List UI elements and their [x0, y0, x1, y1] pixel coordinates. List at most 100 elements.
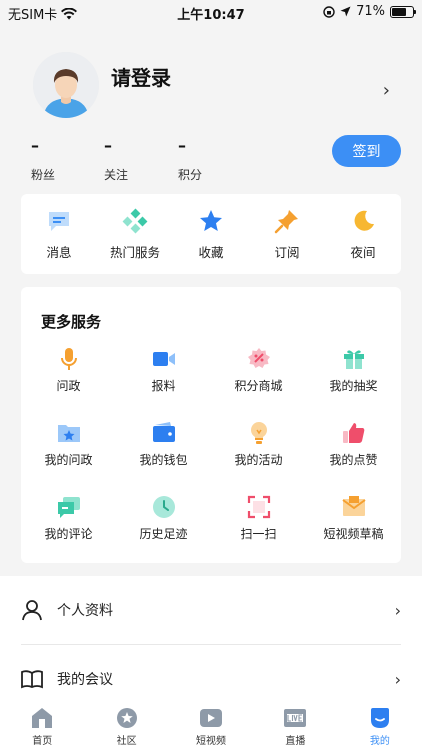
quick-action-subscribe[interactable]: 订阅: [252, 208, 322, 261]
settings-list: 个人资料 › 我的会议 ›: [0, 576, 422, 702]
stat-label: 粉丝: [31, 168, 56, 182]
section-title: 更多服务: [41, 313, 102, 331]
draft-envelope-icon: [341, 496, 366, 516]
stat-value: –: [31, 136, 39, 155]
quick-action-label: 消息: [46, 244, 72, 260]
microphone-icon: [60, 348, 77, 370]
tab-label: 直播: [285, 736, 306, 747]
battery-icon: [390, 5, 416, 18]
tab-home[interactable]: 首页: [0, 702, 84, 750]
star-folder-icon: [57, 425, 80, 442]
chevron-right-icon: ›: [394, 669, 401, 689]
service-history[interactable]: 历史足迹: [116, 491, 211, 565]
stat-label: 积分: [178, 168, 203, 182]
avatar[interactable]: [33, 52, 99, 118]
orientation-lock-icon: [323, 5, 335, 18]
battery-fill: [392, 7, 407, 16]
service-label: 历史足迹: [139, 527, 188, 541]
default-avatar-icon: [33, 52, 99, 118]
moon-icon: [354, 210, 374, 231]
service-my-lottery[interactable]: 我的抽奖: [306, 343, 401, 417]
video-camera-icon: [152, 352, 175, 366]
service-scan[interactable]: 扫一扫: [211, 491, 306, 565]
comment-icon: [57, 497, 80, 518]
status-bar: 无SIM卡 上午10:47 71%: [0, 0, 422, 24]
stat-fans[interactable]: – 粉丝: [31, 138, 91, 183]
tab-label: 短视频: [196, 736, 227, 747]
scan-icon: [247, 495, 270, 519]
tab-short-video[interactable]: 短视频: [169, 702, 253, 750]
message-icon: [49, 211, 69, 231]
quick-action-label: 收藏: [198, 244, 224, 260]
service-label: 我的问政: [44, 453, 93, 467]
tab-label: 首页: [32, 736, 53, 747]
short-video-icon: [200, 709, 223, 727]
star-icon: [200, 209, 222, 231]
quick-action-messages[interactable]: 消息: [24, 208, 94, 261]
book-icon: [21, 670, 43, 689]
battery-percent: 71%: [356, 4, 385, 19]
service-label: 我的点赞: [329, 453, 378, 467]
stat-following[interactable]: – 关注: [104, 138, 164, 183]
login-prompt[interactable]: 请登录: [111, 62, 171, 91]
lightbulb-icon: [250, 422, 267, 444]
service-label: 我的评论: [44, 527, 93, 541]
service-my-activities[interactable]: 我的活动: [211, 417, 306, 491]
service-label: 我的钱包: [139, 453, 188, 467]
quick-action-favorites[interactable]: 收藏: [176, 208, 246, 261]
quick-action-hot-services[interactable]: 热门服务: [100, 208, 170, 261]
clock-icon: [152, 496, 175, 518]
bottom-tab-bar: 首页 社区 短视频 直播 我的: [0, 702, 422, 750]
wallet-icon: [152, 422, 175, 442]
service-label: 问政: [56, 379, 81, 393]
service-points-mall[interactable]: 积分商城: [211, 343, 306, 417]
service-inquiry[interactable]: 问政: [21, 343, 116, 417]
service-label: 我的抽奖: [329, 379, 378, 393]
more-services-card: 更多服务 问政 报料 积分商城 我的抽奖 我的问政 我的钱包 我的活动 我的点赞…: [21, 287, 401, 563]
stat-label: 关注: [104, 168, 129, 182]
tab-community[interactable]: 社区: [84, 702, 168, 750]
service-label: 我的活动: [234, 453, 283, 467]
service-label: 扫一扫: [240, 527, 277, 541]
list-item-profile[interactable]: 个人资料 ›: [21, 580, 401, 640]
points-mall-icon: [247, 348, 270, 368]
quick-action-label: 热门服务: [109, 244, 160, 260]
chevron-right-icon[interactable]: ›: [383, 80, 390, 101]
hot-service-icon: [122, 208, 148, 233]
stat-value: –: [178, 136, 186, 155]
quick-action-label: 订阅: [274, 244, 300, 260]
service-short-video-drafts[interactable]: 短视频草稿: [306, 491, 401, 565]
live-icon: [284, 709, 307, 727]
home-icon: [32, 708, 53, 728]
service-my-inquiry[interactable]: 我的问政: [21, 417, 116, 491]
list-item-label: 个人资料: [57, 603, 113, 619]
profile-header: 请登录 › – 粉丝 – 关注 – 积分 签到: [0, 24, 422, 194]
signin-button[interactable]: 签到: [332, 135, 401, 167]
quick-action-label: 夜间: [350, 244, 376, 260]
service-report[interactable]: 报料: [116, 343, 211, 417]
person-icon: [22, 600, 42, 621]
tab-live[interactable]: 直播: [253, 702, 337, 750]
thumbs-up-icon: [342, 423, 364, 443]
tab-label: 我的: [369, 736, 390, 747]
tab-mine[interactable]: 我的: [338, 702, 422, 750]
stat-value: –: [104, 136, 112, 155]
service-label: 短视频草稿: [323, 527, 384, 541]
services-grid: 问政 报料 积分商城 我的抽奖 我的问政 我的钱包 我的活动 我的点赞 我的评论…: [21, 343, 401, 565]
service-my-comments[interactable]: 我的评论: [21, 491, 116, 565]
divider: [21, 644, 401, 645]
quick-actions-card: 消息 热门服务 收藏 订阅 夜间: [21, 194, 401, 274]
community-icon: [116, 708, 137, 728]
stat-points[interactable]: – 积分: [178, 138, 238, 183]
list-item-my-meetings[interactable]: 我的会议 ›: [21, 649, 401, 709]
mine-icon: [370, 708, 389, 728]
service-my-likes[interactable]: 我的点赞: [306, 417, 401, 491]
location-arrow-icon: [340, 6, 351, 17]
service-my-wallet[interactable]: 我的钱包: [116, 417, 211, 491]
quick-action-night-mode[interactable]: 夜间: [328, 208, 398, 261]
gift-icon: [343, 350, 364, 369]
chevron-right-icon: ›: [394, 600, 401, 620]
tab-label: 社区: [116, 736, 137, 747]
pin-icon: [274, 209, 298, 233]
list-item-label: 我的会议: [57, 672, 113, 688]
